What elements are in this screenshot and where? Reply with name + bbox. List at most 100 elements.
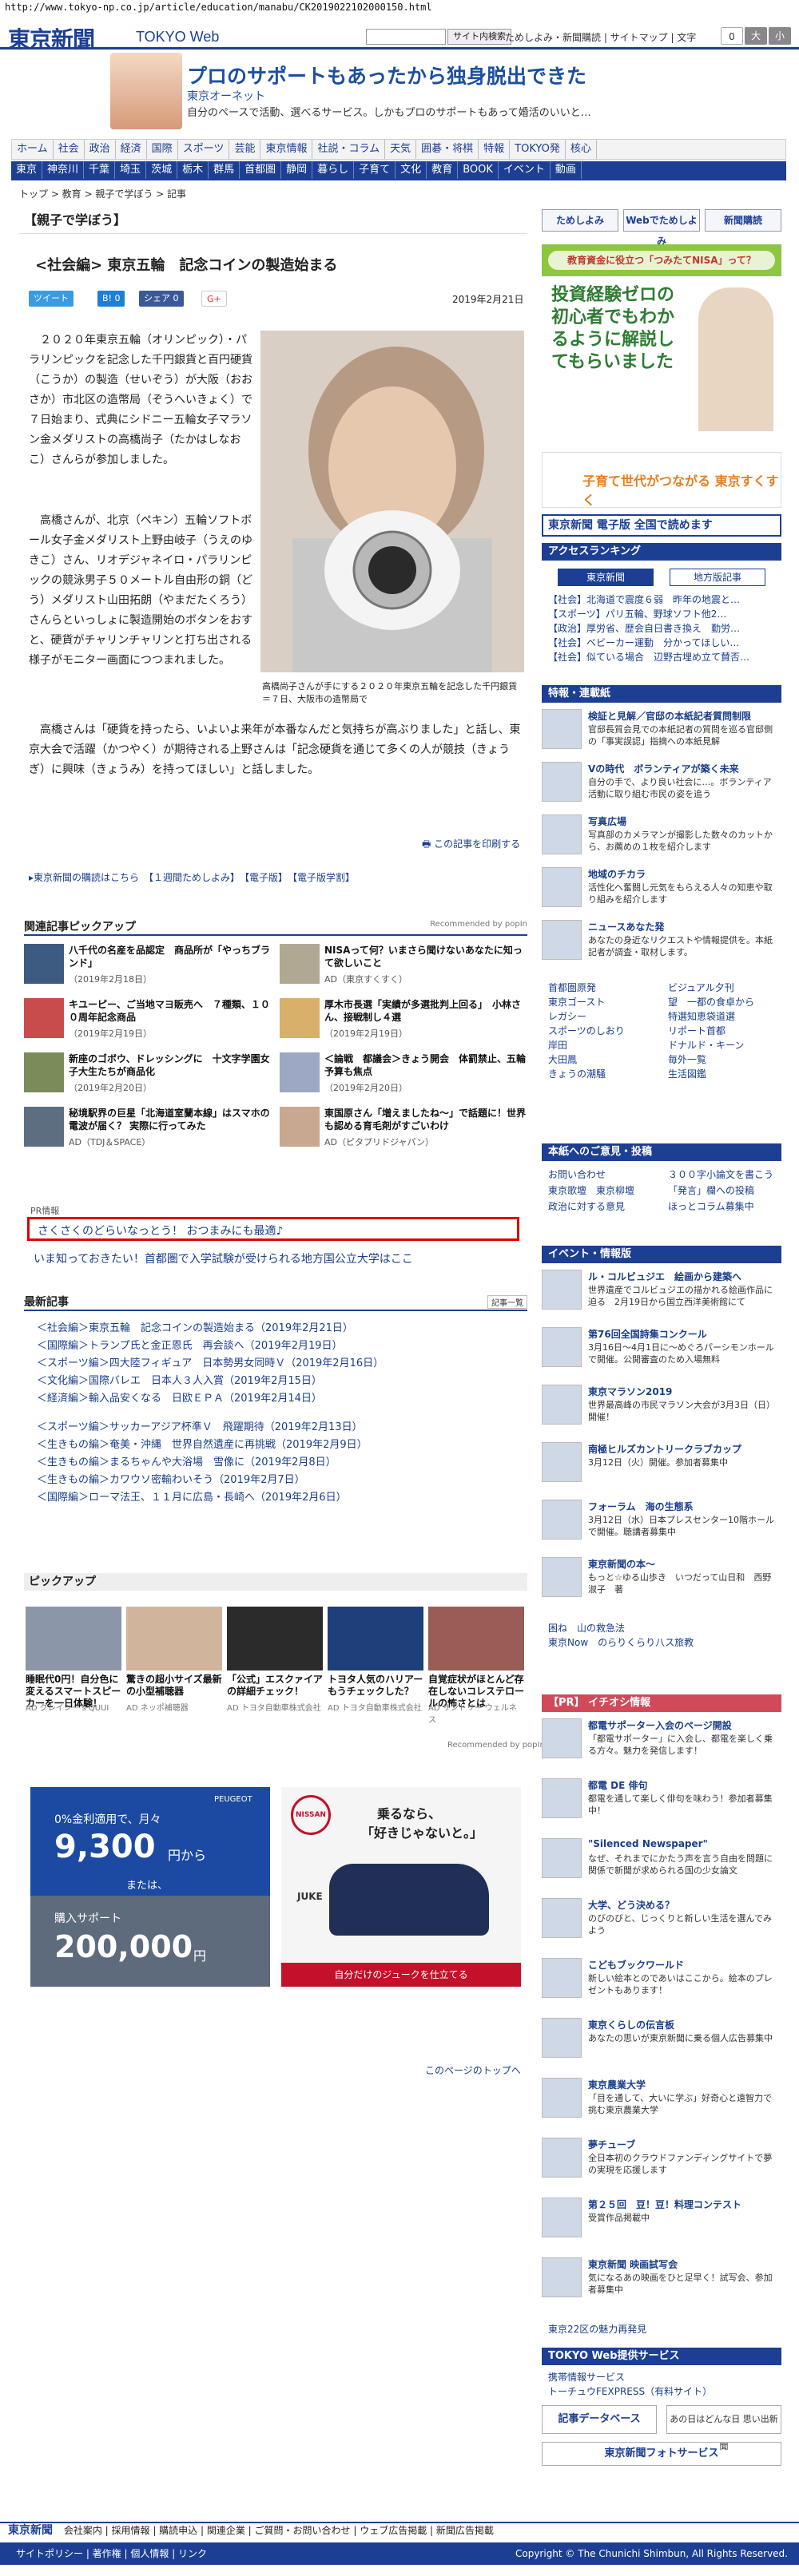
hatena-button[interactable]: B! 0 <box>97 291 125 307</box>
ad2-cta[interactable]: 自分だけのジュークを仕立てる <box>281 1963 521 1987</box>
nav-item[interactable]: 社会 <box>54 140 85 159</box>
nav-item[interactable]: 政治 <box>85 140 116 159</box>
latest-item[interactable]: ＜社会編＞東京五輪 記念コインの製造始まる（2019年2月21日） <box>37 1319 353 1334</box>
related-item[interactable]: 厚木市長選「実績が多選批判上回る」 小林さん、接戦制し４選 （2019年2月19日… <box>280 998 527 1044</box>
latest-item[interactable]: ＜文化編＞国際バレエ 日本人３人入賞（2019年2月15日） <box>37 1372 322 1387</box>
feature-item[interactable]: 写真広場 写真部のカメラマンが撮影した数々のカットから、お薦めの１枚を紹介します <box>542 814 781 861</box>
size-zero[interactable]: 0 <box>721 27 743 45</box>
ranking-item[interactable]: 【スポーツ】パリ五輪、野球ソフト他2… <box>548 607 726 620</box>
mini-link[interactable]: リポート首都 <box>668 1024 725 1037</box>
size-small-button[interactable]: 小 <box>769 27 791 45</box>
footer-links-2[interactable]: サイトポリシー | 著作権 | 個人情報 | リンク <box>0 2548 207 2559</box>
feature-item[interactable]: 検証と見解／官邸の本紙記者質問制限 官邸長質会見での本紙記者の質問を巡る官邸側の「… <box>542 709 781 755</box>
event-title[interactable]: 東京マラソン2019 <box>588 1385 780 1398</box>
mini-link[interactable]: スポーツのしおり <box>548 1024 625 1037</box>
access-tab[interactable]: 地方版記事 <box>670 569 765 586</box>
opinion-link[interactable]: お問い合わせ <box>548 1167 606 1181</box>
ranking-item[interactable]: 【社会】ベビーカー運動 分かってほしい… <box>548 636 739 649</box>
gplus-button[interactable]: G+ <box>201 291 227 307</box>
nisa-ad[interactable]: 教育資金に役立つ「つみたてNISA」って？ 投資経験ゼロの初心者でもわかるように… <box>542 244 781 444</box>
nav-region-item[interactable]: 東京 <box>11 161 43 179</box>
ranking-item[interactable]: 【社会】北海道で震度６弱 昨年の地震と… <box>548 592 740 606</box>
pr-item[interactable]: 第２５回 豆！豆！料理コンテスト 受賞作品掲載中 <box>542 2198 781 2244</box>
pickup-item[interactable]: 自覚症状がほとんど存在しないコレステロールの怖さとは AD サントリー ウェルネス <box>428 1607 524 1725</box>
latest-item[interactable]: ＜国際編＞トランプ氏と金正恩氏 再会談へ（2019年2月19日） <box>37 1337 343 1352</box>
related-title[interactable]: 東国原さん「増えましたね～」で話題に！世界も認める育毛剤がすごいわけ <box>324 1107 526 1132</box>
mini-link[interactable]: 生活図鑑 <box>668 1067 706 1080</box>
pr-item[interactable]: 東京くらしの伝言板 あなたの思いが東京新聞に乗る個人広告募集中 <box>542 2018 781 2064</box>
nav-region-item[interactable]: 静岡 <box>281 161 313 179</box>
mini-link[interactable]: 大田鳳 <box>548 1052 577 1066</box>
pr-link[interactable]: いま知っておきたい！首都圏で入学試験が受けられる地方国公立大学はここ <box>34 1250 413 1266</box>
nav-region-item[interactable]: BOOK <box>458 161 499 179</box>
related-item[interactable]: 秘境駅界の巨星「北海道室蘭本線」はスマホの電波が届く？ 実際に行ってみた AD（T… <box>24 1107 272 1153</box>
nav-item[interactable]: 東京情報 <box>260 140 313 159</box>
nav-region-item[interactable]: イベント <box>499 161 551 179</box>
pr-title[interactable]: こどもブックワールド <box>588 1958 780 1972</box>
event-item[interactable]: ル・コルビュジエ 絵画から建築へ 世界遺産でコルビュジエの描かれる絵画作品に迫る … <box>542 1270 781 1316</box>
pickup-item[interactable]: 睡眠代0円！自分色に変えるスマートスピーカーを一日体験！ AD グレイシー's Q… <box>26 1607 121 1718</box>
search-input[interactable] <box>366 29 446 45</box>
pr-title[interactable]: 東京農業大学 <box>588 2078 780 2091</box>
latest-item[interactable]: ＜生きもの編＞奄美・沖縄 世界自然遺産に再挑戦（2019年2月9日） <box>37 1436 368 1451</box>
related-item[interactable]: 東国原さん「増えましたね～」で話題に！世界も認める育毛剤がすごいわけ AD（ピタプ… <box>280 1107 527 1153</box>
nissan-ad[interactable]: NISSAN 乗るなら、 「好きじゃないと。」 JUKE 自分だけのジュークを仕… <box>281 1787 521 1987</box>
pr-item[interactable]: こどもブックワールド 新しい絵本とのであいはここから。絵本のプレゼントもあります！ <box>542 1958 781 2004</box>
nav-item[interactable]: 芸能 <box>229 140 261 159</box>
opinion-link[interactable]: ３００字小論文を書こう <box>668 1167 773 1181</box>
opinion-link[interactable]: 政治に対する意見 <box>548 1199 625 1213</box>
pr-item[interactable]: 都電 DE 俳句 都電を通して楽しく俳句を味わう！参加者募集中！ <box>542 1778 781 1825</box>
feature-title[interactable]: ニュースあなた発 <box>588 920 780 933</box>
page-top-link[interactable]: このページのトップへ <box>425 2063 521 2077</box>
pr-title[interactable]: 都電サポーター入会のページ開設 <box>588 1718 780 1732</box>
related-title[interactable]: 秘境駅界の巨星「北海道室蘭本線」はスマホの電波が届く？ 実際に行ってみた <box>69 1107 270 1132</box>
mini-link[interactable]: きょうの潮騒 <box>548 1067 606 1080</box>
pr-item[interactable]: "Silenced Newspaper" なぜ、それまでにかたう声を言う自由を問題… <box>542 1838 781 1884</box>
footer-logo[interactable]: 東京新聞 <box>0 2524 61 2537</box>
related-item[interactable]: 八千代の名産を品認定 商品所が「やっちブランド」 （2019年2月18日） <box>24 944 272 990</box>
pr-item[interactable]: 都電サポーター入会のページ開設 「都電サポーター」に入会し、都電を楽しく乗る方々。… <box>542 1718 781 1765</box>
tokyoweb-link[interactable]: 携帯情報サービス <box>548 2370 625 2384</box>
feature-item[interactable]: Vの時代 ボランティアが築く未来 自分の手で、より良い社会に…。ボランティア活動に… <box>542 762 781 808</box>
sidebar-top-button[interactable]: ためしよみ <box>542 209 618 232</box>
mini-link[interactable]: レガシー <box>548 1009 586 1023</box>
pr-title[interactable]: 夢チューブ <box>588 2138 780 2151</box>
latest-item[interactable]: ＜スポーツ編＞サッカーアジア杯準Ｖ 飛躍期待（2019年2月13日） <box>37 1418 363 1433</box>
sukusuku-banner[interactable]: 子育て世代がつながる 東京すくすく <box>542 452 781 508</box>
mini-link[interactable]: 東京ゴースト <box>548 995 605 1009</box>
mini-link[interactable]: 毎外一覧 <box>668 1052 706 1066</box>
nav-item[interactable]: 天気 <box>385 140 417 159</box>
tweet-button[interactable]: ツイート <box>29 291 74 307</box>
pr-item[interactable]: 夢チューブ 全日本初のクラウドファンディングサイトで夢の実現を応援します <box>542 2138 781 2184</box>
feature-title[interactable]: 写真広場 <box>588 814 780 828</box>
nav-region-item[interactable]: 神奈川 <box>42 161 85 179</box>
pr-title[interactable]: 都電 DE 俳句 <box>588 1778 780 1792</box>
nav-region-item[interactable]: 埼玉 <box>115 161 147 179</box>
charm-link[interactable]: 東京22区の魅力再発見 <box>548 2322 646 2336</box>
pickup-item[interactable]: 驚きの超小サイズ最新の小型補聴器 AD ネッポ補聴器 <box>126 1607 222 1718</box>
nav-region-item[interactable]: 茨城 <box>146 161 178 179</box>
pr-item[interactable]: 東京農業大学 「目を通して、大いに学ぶ」好奇心と遠智力で挑む東京農業大学 <box>542 2078 781 2124</box>
subscribe-links[interactable]: ▸東京新聞の購読はこちら 【１週間ためしよみ】 【電子版】 【電子版学割】 <box>29 870 355 884</box>
feature-title[interactable]: 地域のチカラ <box>588 867 780 881</box>
print-link[interactable]: 🖶 この記事を印刷する <box>422 837 520 854</box>
related-title[interactable]: ＜論戦 都議会＞きょう開会 体罰禁止、五輪予算も焦点 <box>324 1052 526 1078</box>
event-item[interactable]: フォーラム 海の生態系 3月12日（水）日本プレスセンター10階ホールで開催。聴講… <box>542 1500 781 1546</box>
latest-item[interactable]: ＜スポーツ編＞四大陸フィギュア 日本勢男女同時Ｖ（2019年2月16日） <box>37 1354 384 1369</box>
pr-title[interactable]: 大学、どう決める？ <box>588 1898 780 1912</box>
nav-item[interactable]: 囲碁・将棋 <box>416 140 479 159</box>
access-tab[interactable]: 東京新聞 <box>558 569 654 586</box>
pickup-title[interactable]: トヨタ人気のハリアーもうチェックした？ <box>328 1674 423 1698</box>
denshi-banner[interactable]: 東京新聞 電子版 全国で読めます <box>542 514 781 537</box>
related-title[interactable]: 新座のゴボウ、ドレッシングに 十文字学園女子大生たちが商品化 <box>69 1052 270 1078</box>
related-title[interactable]: 八千代の名産を品認定 商品所が「やっちブランド」 <box>69 944 270 969</box>
opinion-link[interactable]: 「発言」欄への投稿 <box>668 1183 754 1197</box>
ranking-item[interactable]: 【政治】厚労省、歴会自日書き換え 勤労… <box>548 621 740 635</box>
nav-region-item[interactable]: 動画 <box>551 161 582 179</box>
nav-region-item[interactable]: 首都圏 <box>240 161 282 179</box>
nav-region-item[interactable]: 子育て <box>354 161 396 179</box>
photo-service-banner[interactable]: 東京新聞フォトサービス <box>542 2442 781 2466</box>
nav-item[interactable]: ホーム <box>12 140 54 159</box>
event-item[interactable]: 南極ヒルズカントリークラブカップ 3月12日（火）開催。参加者募集中 <box>542 1442 781 1488</box>
event-more-link[interactable]: 東京Now のらりくらり八ス旅教 <box>548 1635 694 1649</box>
